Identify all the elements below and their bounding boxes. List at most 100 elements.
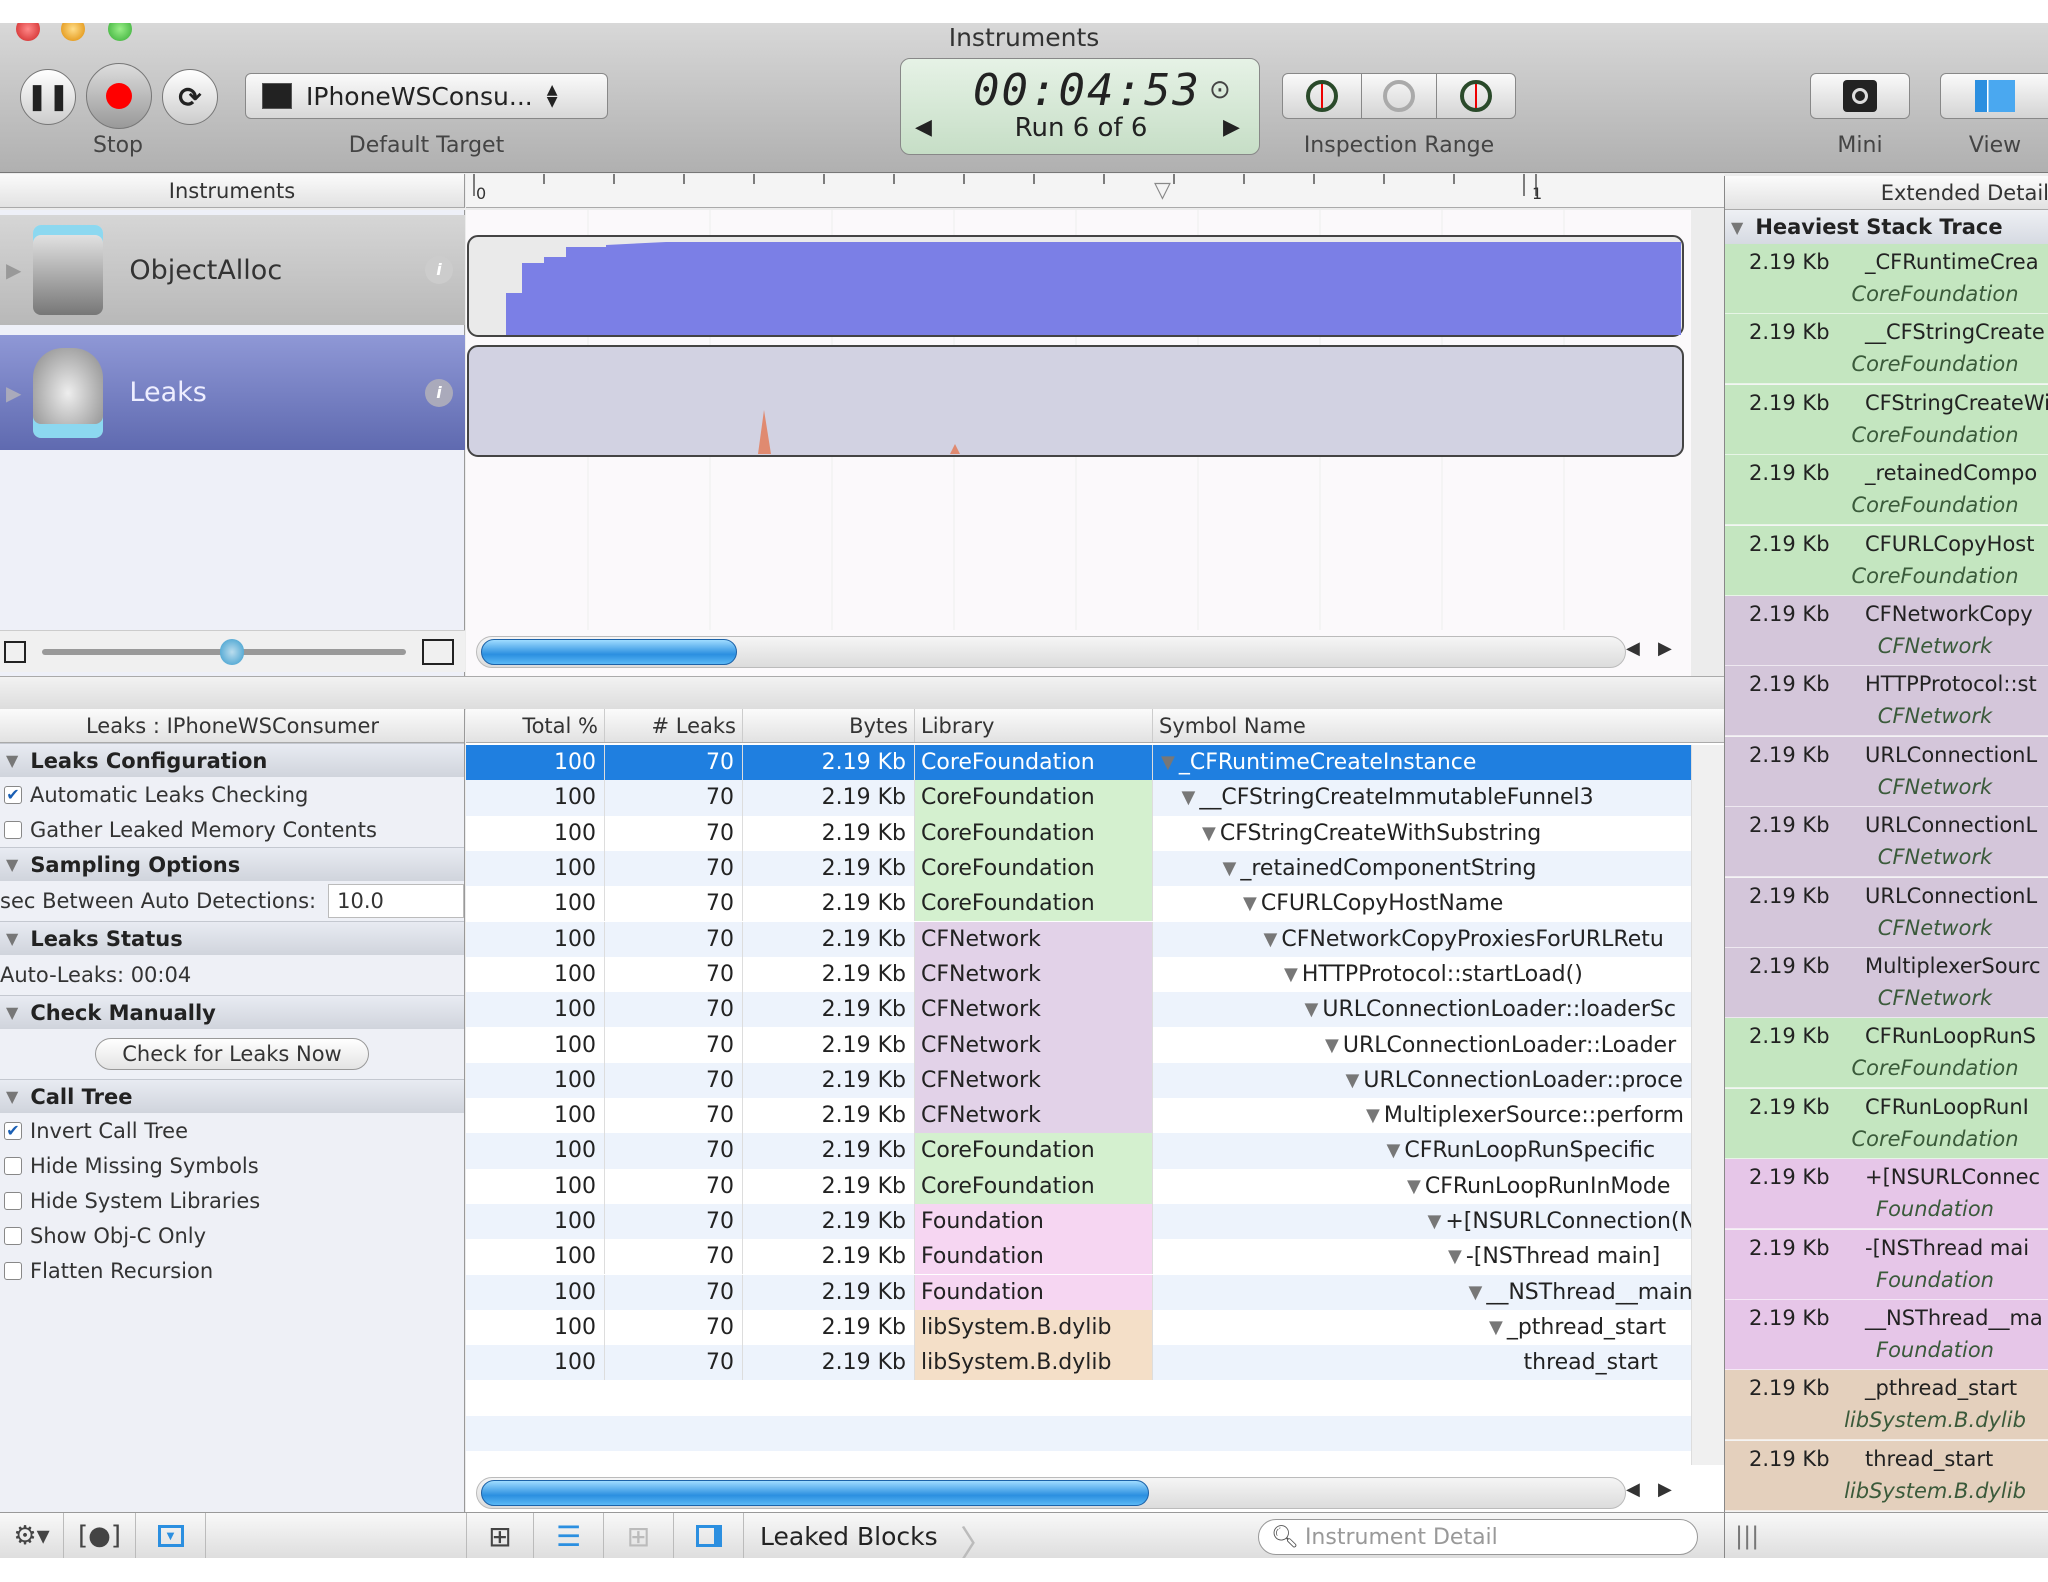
table-row[interactable]: 100 70 2.19 Kb CFNetwork ▼ HTTPProtocol::star… bbox=[466, 956, 1691, 993]
stack-frame[interactable]: 2.19 Kb _CFRuntimeCrea CoreFoundation bbox=[1725, 244, 2048, 314]
table-row[interactable]: 100 70 2.19 Kb CFNetwork ▼ MultiplexerSource:… bbox=[466, 1098, 1691, 1134]
split-view-divider[interactable] bbox=[0, 676, 1724, 710]
table-vertical-scrollbar[interactable] bbox=[1691, 745, 1724, 1465]
playhead-marker-icon[interactable]: ▽ bbox=[1154, 178, 1171, 203]
diagram-view-button[interactable]: ⊞ bbox=[604, 1513, 674, 1558]
inspection-end-button[interactable] bbox=[1436, 73, 1516, 119]
stack-frame[interactable]: 2.19 Kb CFStringCreateWi CoreFoundation bbox=[1725, 384, 2048, 455]
instrument-objectalloc[interactable]: ▶ ObjectAlloc i bbox=[0, 215, 465, 325]
stack-frame[interactable]: 2.19 Kb thread_start libSystem.B.dylib bbox=[1725, 1440, 2048, 1511]
table-row[interactable]: 100 70 2.19 Kb CFNetwork ▼ URLConnectionLoade… bbox=[466, 992, 1691, 1028]
hide-system-libraries-checkbox[interactable]: Hide System Libraries bbox=[0, 1183, 464, 1218]
track-zoom-slider[interactable] bbox=[0, 630, 465, 672]
zoom-slider-thumb[interactable] bbox=[220, 639, 244, 665]
check-for-leaks-now-button[interactable]: Check for Leaks Now bbox=[95, 1038, 369, 1070]
target-popup[interactable]: IPhoneWSConsu... ▲ ▼ bbox=[245, 73, 608, 119]
view-button[interactable] bbox=[1940, 73, 2048, 119]
disclosure-icon[interactable]: ▼ bbox=[1407, 1176, 1421, 1197]
track-area[interactable]: ◀ ▶ bbox=[466, 210, 1691, 676]
stack-frame[interactable]: 2.19 Kb CFNetworkCopy CFNetwork bbox=[1725, 596, 2048, 666]
stack-frame[interactable]: 2.19 Kb HTTPProtocol::st CFNetwork bbox=[1725, 666, 2048, 737]
section-check-manually[interactable]: ▼ Check Manually bbox=[0, 995, 464, 1029]
table-row[interactable]: 100 70 2.19 Kb CFNetwork ▼ CFNetworkCopyProxi… bbox=[466, 921, 1691, 957]
instrument-detail-search[interactable]: 🔍︎ Instrument Detail bbox=[1258, 1519, 1698, 1555]
table-row[interactable]: 100 70 2.19 Kb CoreFoundation ▼ CFStringCreat… bbox=[466, 815, 1691, 851]
stack-frame[interactable]: 2.19 Kb URLConnectionL CFNetwork bbox=[1725, 736, 2048, 807]
disclosure-icon[interactable]: ▼ bbox=[1489, 1317, 1503, 1338]
disclosure-icon[interactable]: ▼ bbox=[1325, 1035, 1339, 1056]
show-objc-only-checkbox[interactable]: Show Obj-C Only bbox=[0, 1218, 464, 1253]
stack-frame[interactable]: 2.19 Kb __NSThread__ma Foundation bbox=[1725, 1300, 2048, 1370]
stack-frame[interactable]: 2.19 Kb __CFStringCreate CoreFoundation bbox=[1725, 314, 2048, 385]
table-row[interactable]: 100 70 2.19 Kb libSystem.B.dylib ▼ _pthread_s… bbox=[466, 1309, 1691, 1346]
scroll-right-icon[interactable]: ▶ bbox=[1658, 638, 1672, 659]
stack-frame[interactable]: 2.19 Kb CFRunLoopRunI CoreFoundation bbox=[1725, 1088, 2048, 1159]
info-icon[interactable]: i bbox=[425, 256, 453, 284]
disclosure-icon[interactable]: ▼ bbox=[1366, 1105, 1380, 1126]
disclosure-icon[interactable]: ▼ bbox=[1305, 999, 1319, 1020]
table-row[interactable]: 100 70 2.19 Kb CoreFoundation ▼ CFURLCopyHost… bbox=[466, 886, 1691, 922]
disclosure-icon[interactable]: ▼ bbox=[1469, 1282, 1483, 1303]
column-total-percent[interactable]: Total % bbox=[466, 709, 605, 742]
timer-mode-icon[interactable]: ⊙ bbox=[1209, 75, 1231, 105]
stack-frame[interactable]: 2.19 Kb URLConnectionL CFNetwork bbox=[1725, 807, 2048, 878]
table-row[interactable]: 100 70 2.19 Kb CFNetwork ▼ URLConnectionLoade… bbox=[466, 1062, 1691, 1098]
stack-frame[interactable]: 2.19 Kb MultiplexerSourc CFNetwork bbox=[1725, 948, 2048, 1018]
stack-frame[interactable]: 2.19 Kb CFURLCopyHost CoreFoundation bbox=[1725, 525, 2048, 596]
table-horizontal-scrollbar[interactable] bbox=[476, 1477, 1626, 1509]
disclosure-icon[interactable]: ▼ bbox=[1243, 893, 1257, 914]
disclosure-icon[interactable]: ▼ bbox=[1387, 1140, 1401, 1161]
disclosure-icon[interactable]: ▼ bbox=[1202, 823, 1216, 844]
table-row[interactable]: 100 70 2.19 Kb CoreFoundation ▼ CFRunLoopRunI… bbox=[466, 1168, 1691, 1204]
disclosure-icon[interactable]: ▼ bbox=[1161, 752, 1175, 773]
stack-frame[interactable]: 2.19 Kb _retainedCompo CoreFoundation bbox=[1725, 455, 2048, 526]
table-row[interactable]: 100 70 2.19 Kb CoreFoundation ▼ _retainedComp… bbox=[466, 850, 1691, 887]
column-library[interactable]: Library bbox=[915, 709, 1153, 742]
invert-call-tree-checkbox[interactable]: ✔ Invert Call Tree bbox=[0, 1113, 464, 1148]
disclosure-icon[interactable]: ▼ bbox=[1264, 929, 1278, 950]
scroll-left-icon[interactable]: ◀ bbox=[1626, 638, 1640, 659]
hide-missing-symbols-checkbox[interactable]: Hide Missing Symbols bbox=[0, 1148, 464, 1183]
pause-button[interactable]: ❚❚ bbox=[20, 69, 76, 125]
panel-resize-handle[interactable]: ||| bbox=[1724, 1513, 1759, 1558]
inspection-clear-button[interactable] bbox=[1361, 73, 1437, 119]
stack-frame[interactable]: 2.19 Kb CFRunLoopRunS CoreFoundation bbox=[1725, 1018, 2048, 1089]
column-leaks[interactable]: # Leaks bbox=[605, 709, 743, 742]
disclosure-icon[interactable]: ▼ bbox=[1182, 787, 1196, 808]
disclosure-icon[interactable]: ▼ bbox=[1448, 1246, 1462, 1267]
section-sampling-options[interactable]: ▼ Sampling Options bbox=[0, 847, 464, 881]
record-stop-button[interactable] bbox=[86, 63, 152, 129]
next-run-button[interactable]: ▶ bbox=[1223, 115, 1240, 140]
flatten-recursion-checkbox[interactable]: Flatten Recursion bbox=[0, 1253, 464, 1288]
disclosure-icon[interactable]: ▼ bbox=[1428, 1211, 1442, 1232]
table-row[interactable]: 100 70 2.19 Kb Foundation ▼ -[NSThread main] bbox=[466, 1239, 1691, 1275]
scroll-thumb[interactable] bbox=[481, 639, 737, 665]
action-menu-button[interactable]: ⚙▾ bbox=[0, 1513, 64, 1558]
outline-view-button[interactable]: ☰ bbox=[534, 1513, 604, 1558]
table-row[interactable]: 100 70 2.19 Kb libSystem.B.dylib thread_star… bbox=[466, 1345, 1691, 1381]
disclosure-icon[interactable]: ▶ bbox=[6, 381, 21, 405]
detail-toggle-button[interactable]: ▼ bbox=[136, 1513, 206, 1558]
info-icon[interactable]: i bbox=[425, 378, 453, 407]
column-symbol-name[interactable]: Symbol Name bbox=[1153, 709, 1724, 742]
disclosure-icon[interactable]: ▼ bbox=[1284, 964, 1298, 985]
disclosure-icon[interactable]: ▶ bbox=[6, 258, 21, 282]
scroll-right-icon[interactable]: ▶ bbox=[1658, 1479, 1672, 1500]
column-bytes[interactable]: Bytes bbox=[743, 709, 915, 742]
stack-frame[interactable]: 2.19 Kb -[NSThread mai Foundation bbox=[1725, 1229, 2048, 1300]
table-row[interactable]: 100 70 2.19 Kb Foundation ▼ __NSThread__main bbox=[466, 1274, 1691, 1310]
loop-button[interactable]: ⟳ bbox=[162, 69, 218, 125]
scroll-thumb[interactable] bbox=[481, 1480, 1149, 1506]
table-view-button[interactable]: ⊞ bbox=[466, 1513, 534, 1558]
inspection-start-button[interactable] bbox=[1282, 73, 1362, 119]
breadcrumb-leaked-blocks[interactable]: Leaked Blocks bbox=[744, 1513, 964, 1558]
extended-detail-toggle[interactable] bbox=[674, 1513, 744, 1558]
track-horizontal-scrollbar[interactable] bbox=[476, 636, 1626, 668]
table-row[interactable]: 100 70 2.19 Kb CoreFoundation ▼ _CFRuntimeCre… bbox=[466, 745, 1691, 781]
record-options-button[interactable]: [●] bbox=[64, 1513, 136, 1558]
table-row[interactable]: 100 70 2.19 Kb CFNetwork ▼ URLConnectionLoade… bbox=[466, 1027, 1691, 1063]
gather-contents-checkbox[interactable]: Gather Leaked Memory Contents bbox=[0, 812, 464, 847]
section-leaks-status[interactable]: ▼ Leaks Status bbox=[0, 921, 464, 955]
table-row[interactable]: 100 70 2.19 Kb CoreFoundation ▼ __CFStringCre… bbox=[466, 780, 1691, 816]
disclosure-icon[interactable]: ▼ bbox=[1223, 858, 1237, 879]
